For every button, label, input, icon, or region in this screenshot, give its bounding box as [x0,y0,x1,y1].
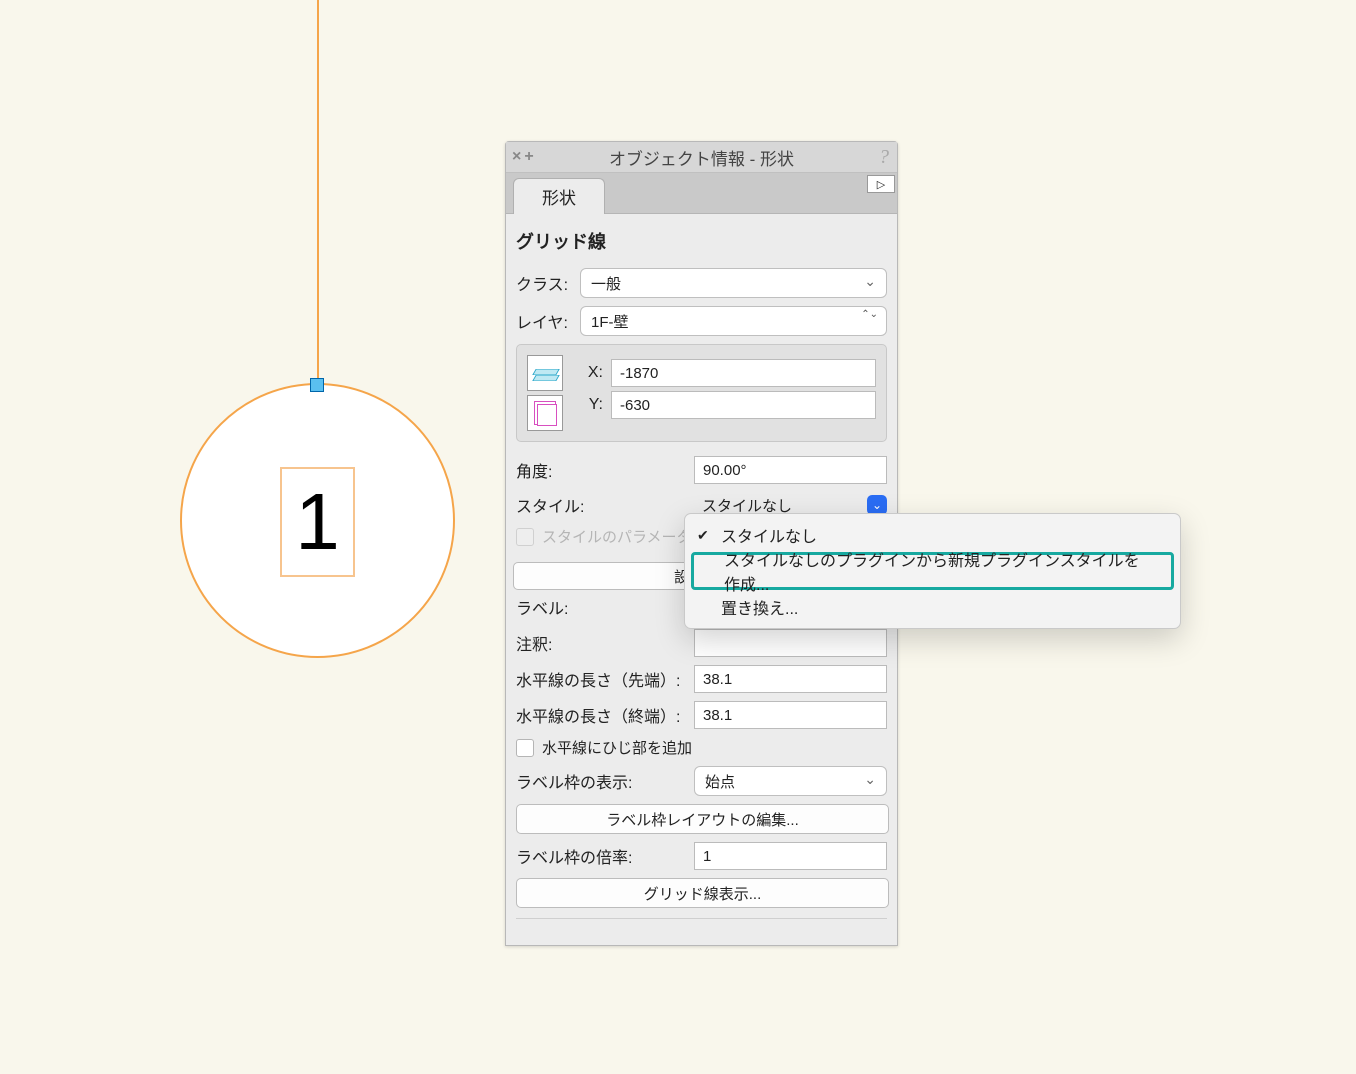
elbow-checkbox[interactable] [516,739,534,757]
class-value: 一般 [591,273,621,294]
menu-item-replace[interactable]: 置き換え... [685,592,1180,622]
labelframe-show-select[interactable]: 始点 [694,766,887,796]
sheet-icon[interactable] [527,395,563,431]
position-group: X: -1870 Y: -630 [516,344,887,442]
y-label: Y: [579,396,603,414]
x-label: X: [579,364,603,382]
menu-item-replace-label: 置き換え... [721,595,798,619]
labelframe-edit-button[interactable]: ラベル枠レイアウトの編集... [516,804,889,834]
object-type-heading: グリッド線 [516,228,887,254]
layers-icon[interactable] [527,355,563,391]
y-value: -630 [620,397,650,414]
note-label: 注釈: [516,631,686,655]
y-input[interactable]: -630 [611,391,876,419]
hlen-start-label: 水平線の長さ（先端）: [516,667,686,691]
grid-label-text: 1 [295,476,340,568]
hlen-end-value: 38.1 [703,707,732,724]
layer-label: レイヤ: [516,309,572,333]
label-label: ラベル: [516,595,686,619]
hlen-start-value: 38.1 [703,671,732,688]
labelframe-scale-input[interactable]: 1 [694,842,887,870]
hlen-start-input[interactable]: 38.1 [694,665,887,693]
palette-title: オブジェクト情報 - 形状 [609,145,794,170]
angle-input[interactable]: 90.00° [694,456,887,484]
labelframe-scale-value: 1 [703,848,711,865]
x-value: -1870 [620,365,658,382]
layer-value: 1F-壁 [591,311,629,332]
hlen-end-label: 水平線の長さ（終端）: [516,703,686,727]
class-label: クラス: [516,271,572,295]
menu-item-create-style[interactable]: スタイルなしのプラグインから新規プラグインスタイルを作成... [691,552,1174,590]
menu-item-none-label: スタイルなし [721,523,817,547]
selection-handle[interactable] [310,378,324,392]
menu-item-create-label: スタイルなしのプラグインから新規プラグインスタイルを作成... [724,547,1153,595]
style-params-checkbox [516,528,534,546]
tab-shape-label: 形状 [542,184,576,209]
elbow-label: 水平線にひじ部を追加 [542,737,692,758]
note-input[interactable] [694,629,887,657]
palette-titlebar[interactable]: × + オブジェクト情報 - 形状 ? [506,142,897,173]
gridline-show-label: グリッド線表示... [644,883,762,904]
style-params-label: スタイルのパラメータ [542,526,692,547]
labelframe-show-value: 始点 [705,771,735,792]
hlen-end-input[interactable]: 38.1 [694,701,887,729]
labelframe-edit-label: ラベル枠レイアウトの編集... [606,809,799,830]
tab-strip: 形状 ▷ [506,173,897,214]
help-icon[interactable]: ? [879,146,889,169]
labelframe-scale-label: ラベル枠の倍率: [516,844,686,868]
labelframe-show-label: ラベル枠の表示: [516,769,686,793]
style-dropdown-menu: ✔ スタイルなし スタイルなしのプラグインから新規プラグインスタイルを作成...… [684,513,1181,629]
style-label: スタイル: [516,493,686,517]
menu-item-none[interactable]: ✔ スタイルなし [685,520,1180,550]
flyout-icon[interactable]: ▷ [867,175,895,193]
x-input[interactable]: -1870 [611,359,876,387]
angle-label: 角度: [516,458,686,482]
gridline-show-button[interactable]: グリッド線表示... [516,878,889,908]
grid-label-box[interactable]: 1 [280,467,355,577]
add-icon[interactable]: + [524,149,533,165]
grid-line[interactable] [317,0,319,384]
layer-select[interactable]: 1F-壁 [580,306,887,336]
angle-value: 90.00° [703,462,747,479]
check-icon: ✔ [697,527,709,544]
tab-shape[interactable]: 形状 [513,178,605,214]
class-select[interactable]: 一般 [580,268,887,298]
chevron-down-icon[interactable] [867,495,887,515]
divider [516,918,887,919]
close-icon[interactable]: × [512,149,521,165]
